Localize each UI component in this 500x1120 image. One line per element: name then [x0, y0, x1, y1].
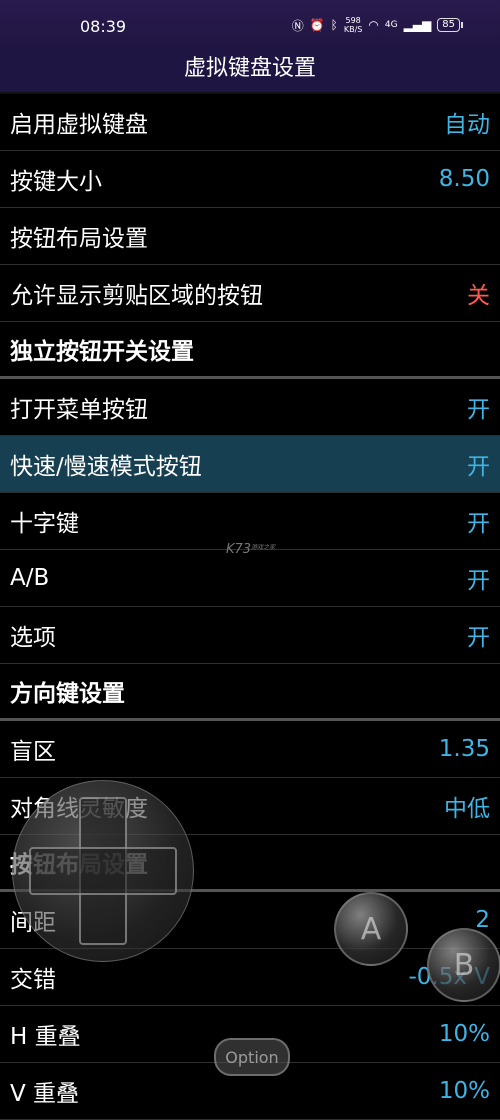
- watermark-text: K73: [226, 542, 252, 557]
- network-type: 4G: [384, 20, 398, 30]
- settings-row[interactable]: A/B 开: [0, 550, 500, 607]
- row-label: 启用虚拟键盘: [10, 112, 148, 138]
- status-icons: Ⓝ ⏰ ᛒ 598 KB/S ◠ 4G ▂▄▆ 85: [291, 16, 463, 34]
- watermark-logo: K73游戏之家: [226, 542, 275, 557]
- settings-list: 启用虚拟键盘 自动按键大小 8.50 按钮布局设置允许显示剪贴区域的按钮 关独立按钮开关…: [0, 94, 500, 1120]
- battery-level: 85: [442, 19, 455, 30]
- row-label: 打开菜单按钮: [10, 397, 148, 423]
- row-value: 开: [467, 397, 490, 423]
- clock: 08:39: [80, 17, 127, 36]
- signal-icon: ▂▄▆: [403, 18, 432, 32]
- row-value: 关: [467, 283, 490, 309]
- a-button[interactable]: A: [334, 892, 408, 966]
- row-value: 8.50: [438, 166, 490, 192]
- bluetooth-icon: ᛒ: [330, 18, 338, 32]
- dpad-horizontal-arm: [29, 847, 177, 895]
- row-label: V 重叠: [10, 1081, 80, 1107]
- row-label: 按钮布局设置: [10, 226, 148, 252]
- watermark-sub: 游戏之家: [251, 544, 276, 551]
- settings-row[interactable]: 盲区 1.35: [0, 721, 500, 778]
- settings-row[interactable]: 按键大小 8.50: [0, 151, 500, 208]
- row-label: 选项: [10, 625, 56, 651]
- section-header: 方向键设置: [0, 664, 500, 721]
- alarm-icon: ⏰: [309, 18, 325, 32]
- nfc-icon: Ⓝ: [291, 18, 304, 33]
- row-value: 2: [475, 907, 490, 933]
- row-label: 快速/慢速模式按钮: [10, 454, 202, 480]
- option-button[interactable]: Option: [214, 1038, 290, 1076]
- row-label: 盲区: [10, 739, 56, 765]
- dpad-control[interactable]: [12, 780, 194, 962]
- row-label: A/B: [10, 565, 50, 591]
- row-value: 开: [467, 625, 490, 651]
- row-label: 允许显示剪贴区域的按钮: [10, 283, 263, 309]
- section-header: 独立按钮开关设置: [0, 322, 500, 379]
- row-value: 开: [467, 454, 490, 480]
- wifi-icon: ◠: [368, 18, 379, 32]
- row-value: 10%: [438, 1078, 490, 1104]
- row-value: 1.35: [438, 736, 490, 762]
- row-value: 中低: [444, 796, 490, 822]
- network-speed: 598 KB/S: [344, 16, 363, 34]
- row-label: 方向键设置: [10, 681, 125, 707]
- row-value: 开: [467, 568, 490, 594]
- settings-row[interactable]: 快速/慢速模式按钮 开: [0, 436, 500, 493]
- b-button[interactable]: B: [427, 928, 500, 1002]
- speed-value: 598: [345, 16, 361, 25]
- row-label: 交错: [10, 967, 56, 993]
- battery-icon: 85: [437, 18, 463, 32]
- row-label: 独立按钮开关设置: [10, 339, 194, 365]
- page-title: 虚拟键盘设置: [0, 50, 500, 94]
- row-label: 十字键: [10, 511, 79, 537]
- settings-row[interactable]: 允许显示剪贴区域的按钮 关: [0, 265, 500, 322]
- row-label: 按键大小: [10, 169, 102, 195]
- row-value: 自动: [444, 112, 490, 138]
- speed-unit: KB/S: [343, 25, 363, 34]
- row-label: H 重叠: [10, 1024, 81, 1050]
- settings-row[interactable]: 按钮布局设置: [0, 208, 500, 265]
- row-value: 10%: [438, 1021, 490, 1047]
- settings-row[interactable]: 选项 开: [0, 607, 500, 664]
- settings-row[interactable]: 打开菜单按钮 开: [0, 379, 500, 436]
- settings-row[interactable]: 启用虚拟键盘 自动: [0, 94, 500, 151]
- row-value: 开: [467, 511, 490, 537]
- status-bar: 08:39 Ⓝ ⏰ ᛒ 598 KB/S ◠ 4G ▂▄▆ 85: [0, 0, 500, 50]
